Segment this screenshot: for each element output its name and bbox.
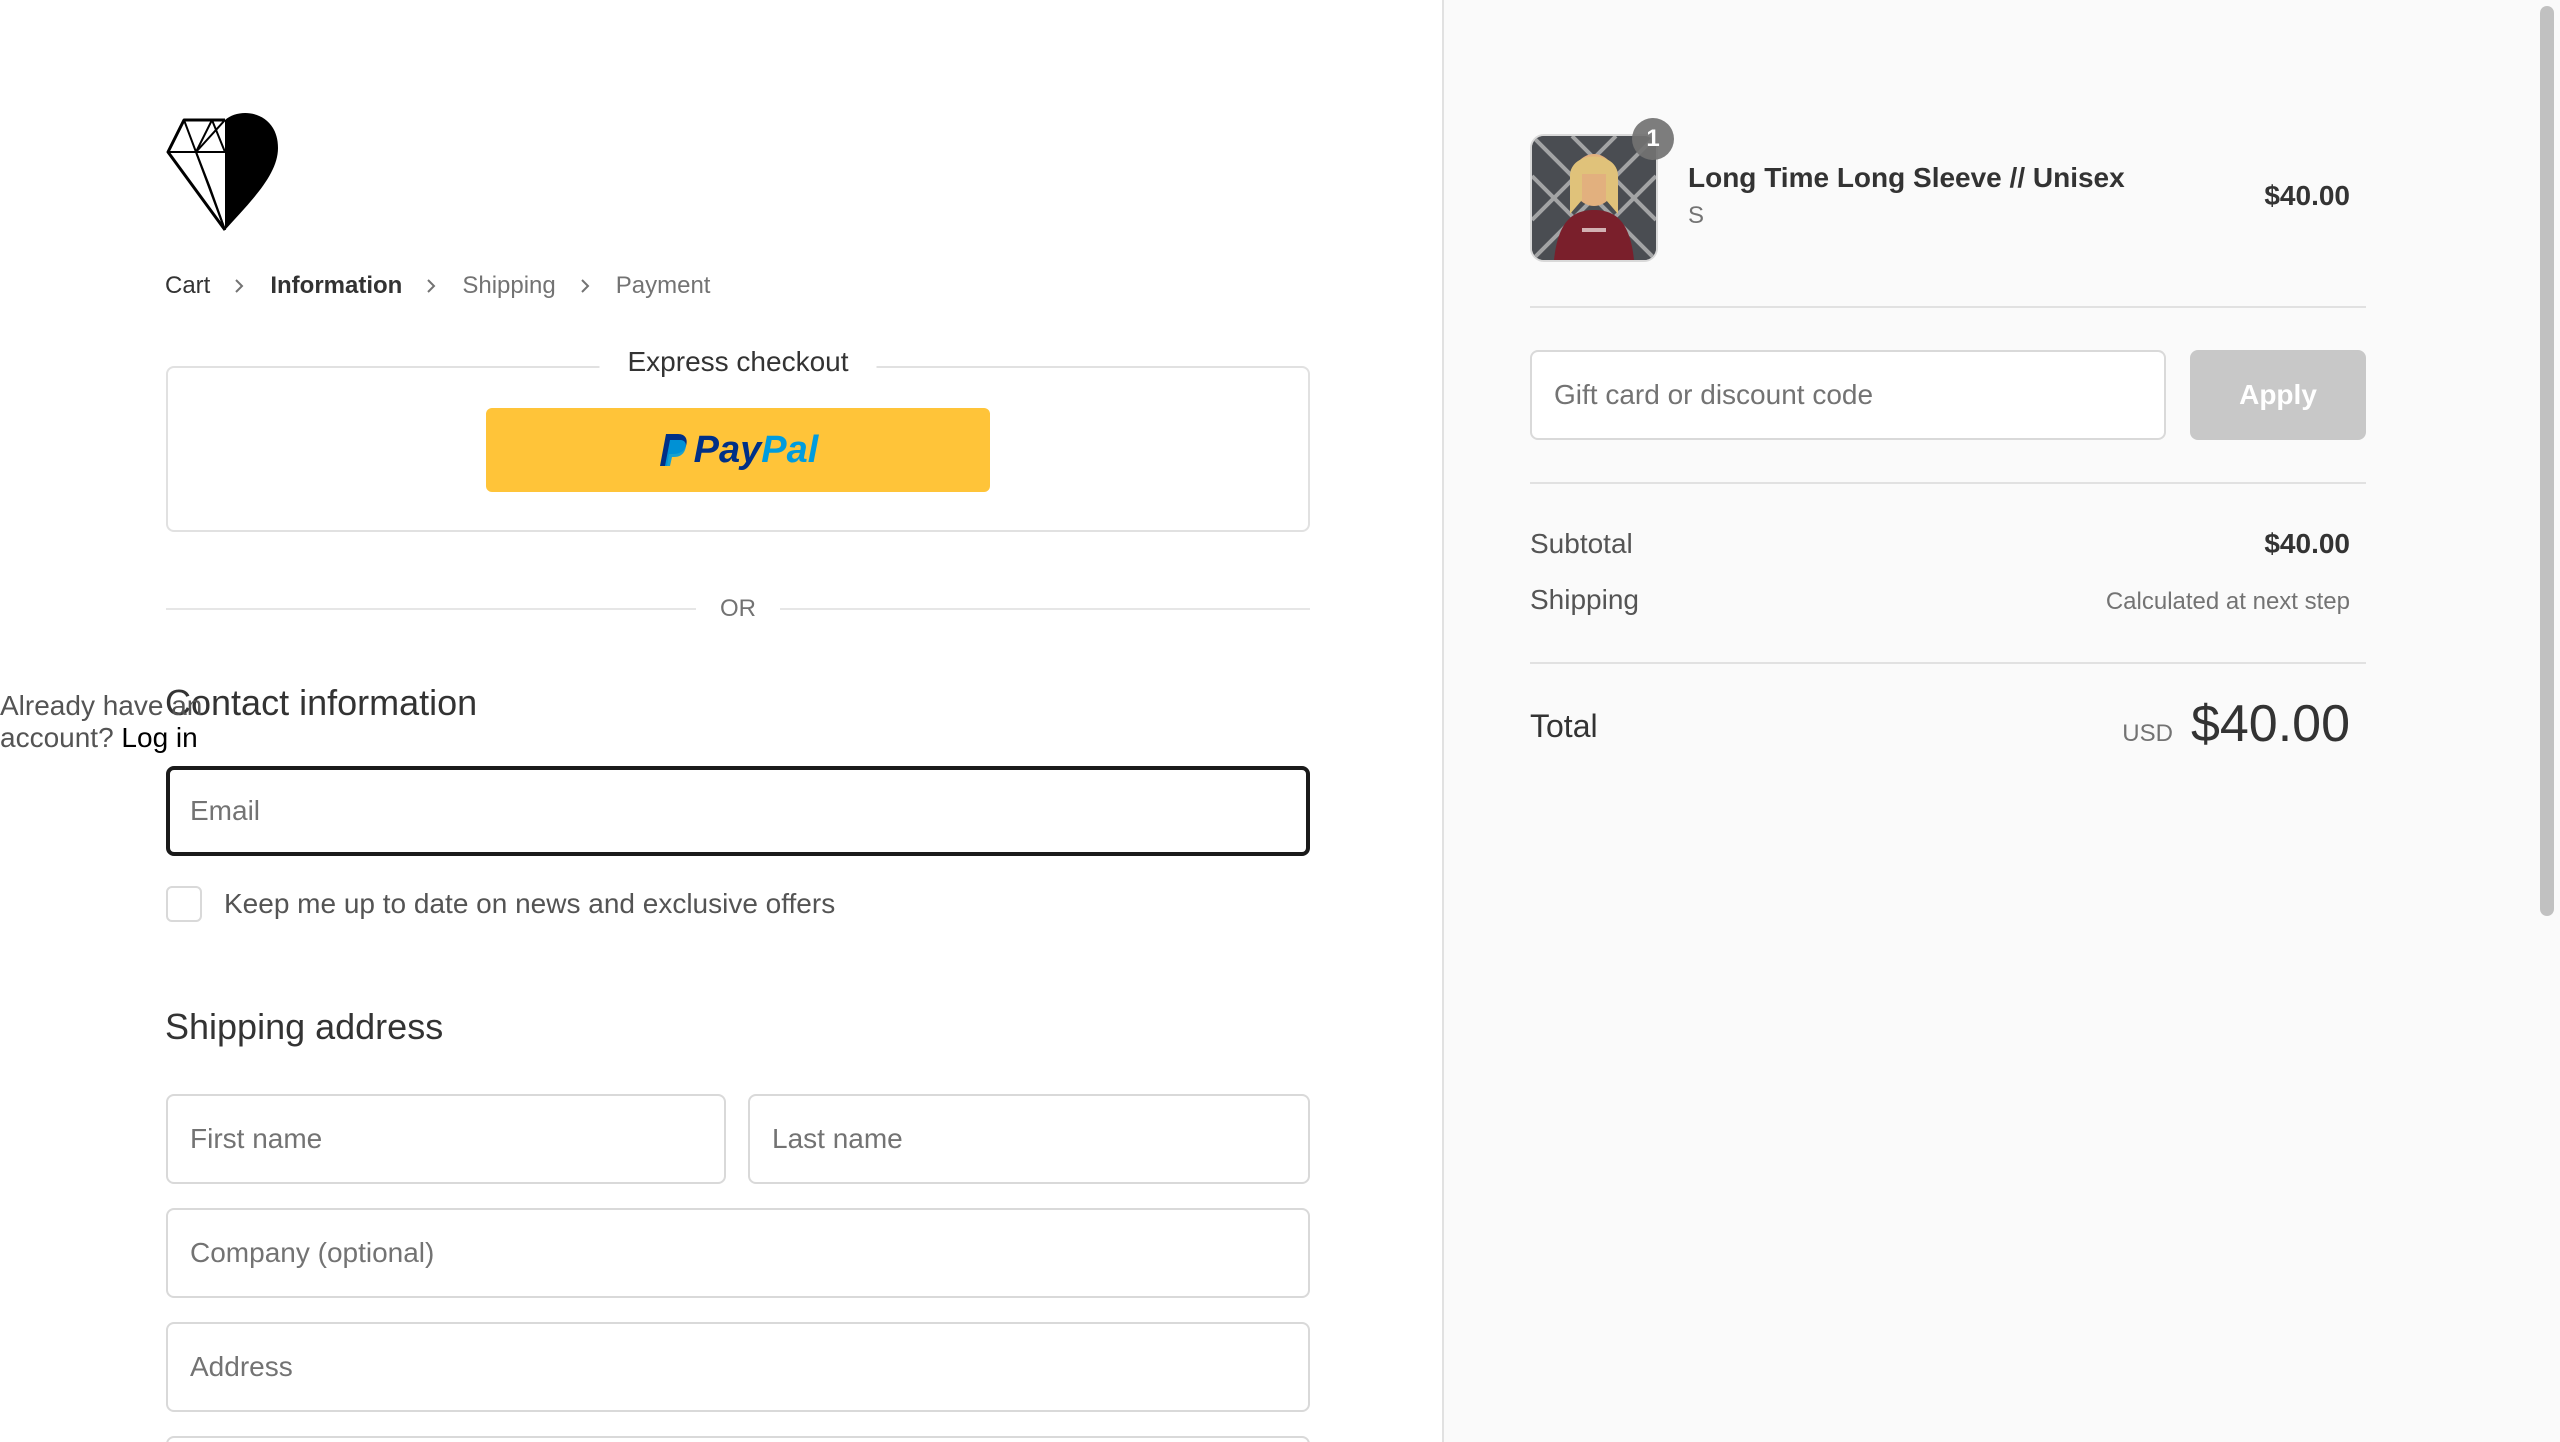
summary-divider [1530, 306, 2366, 308]
company-field[interactable] [166, 1208, 1310, 1298]
breadcrumb-shipping: Shipping [462, 272, 556, 299]
total-amount: $40.00 [2190, 695, 2350, 753]
login-link[interactable]: Log in [121, 722, 197, 753]
apartment-field[interactable] [166, 1436, 1310, 1442]
last-name-field[interactable] [748, 1094, 1310, 1184]
paypal-icon [659, 434, 687, 466]
apply-discount-button[interactable]: Apply [2190, 350, 2366, 440]
subtotal-value: $40.00 [2264, 528, 2350, 559]
email-field[interactable] [166, 766, 1310, 856]
discount-code-field[interactable] [1530, 350, 2166, 440]
express-checkout-title: Express checkout [599, 346, 877, 378]
newsletter-label: Keep me up to date on news and exclusive… [224, 888, 836, 919]
page-scrollbar[interactable] [2534, 0, 2560, 1442]
or-label: OR [720, 595, 756, 622]
shipping-value: Calculated at next step [2105, 588, 2350, 615]
chevron-right-icon [581, 279, 590, 293]
total-currency: USD [2122, 720, 2173, 747]
breadcrumb-cart[interactable]: Cart [165, 272, 210, 300]
express-checkout: Express checkout Pay Pal [166, 346, 1310, 532]
shipping-address-title: Shipping address [165, 1006, 444, 1047]
total-label: Total [1530, 708, 1598, 744]
address-field[interactable] [166, 1322, 1310, 1412]
paypal-pay-text: Pay [693, 428, 762, 471]
summary-divider [1530, 662, 2366, 664]
breadcrumb: Cart Information Shipping Payment [165, 270, 710, 302]
account-prompt: Already have an account? Log in [0, 690, 310, 754]
product-variant: S [1688, 202, 1705, 229]
checkout-page: Cart Information Shipping Payment Expres… [0, 0, 2560, 1442]
subtotal-label: Subtotal [1530, 528, 1633, 559]
or-divider: OR [166, 590, 1310, 628]
paypal-logo: Pay Pal [658, 428, 819, 472]
newsletter-checkbox[interactable] [166, 886, 202, 922]
first-name-field[interactable] [166, 1094, 726, 1184]
paypal-button[interactable]: Pay Pal [486, 408, 990, 492]
total-value-group: USD $40.00 [2122, 694, 2350, 754]
chevron-right-icon [235, 279, 244, 293]
scrollbar-thumb[interactable] [2540, 6, 2554, 916]
checkout-main: Cart Information Shipping Payment Expres… [0, 0, 1442, 1442]
store-logo-icon[interactable] [166, 112, 284, 232]
newsletter-option[interactable]: Keep me up to date on news and exclusive… [166, 886, 835, 922]
breadcrumb-payment: Payment [615, 272, 711, 299]
product-name: Long Time Long Sleeve // Unisex [1688, 162, 2125, 193]
product-price: $40.00 [2264, 180, 2350, 211]
divider-line [166, 608, 696, 610]
order-summary: 1 Long Time Long Sleeve // Unisex S $40.… [1442, 0, 2534, 1442]
product-thumbnail: 1 [1530, 118, 1674, 262]
paypal-pal-text: Pal [761, 428, 819, 471]
breadcrumb-information: Information [270, 272, 403, 299]
product-image [1532, 136, 1656, 260]
summary-divider [1530, 482, 2366, 484]
chevron-right-icon [427, 279, 436, 293]
divider-line [780, 608, 1310, 610]
shipping-label: Shipping [1530, 584, 1639, 615]
quantity-badge: 1 [1632, 118, 1674, 160]
